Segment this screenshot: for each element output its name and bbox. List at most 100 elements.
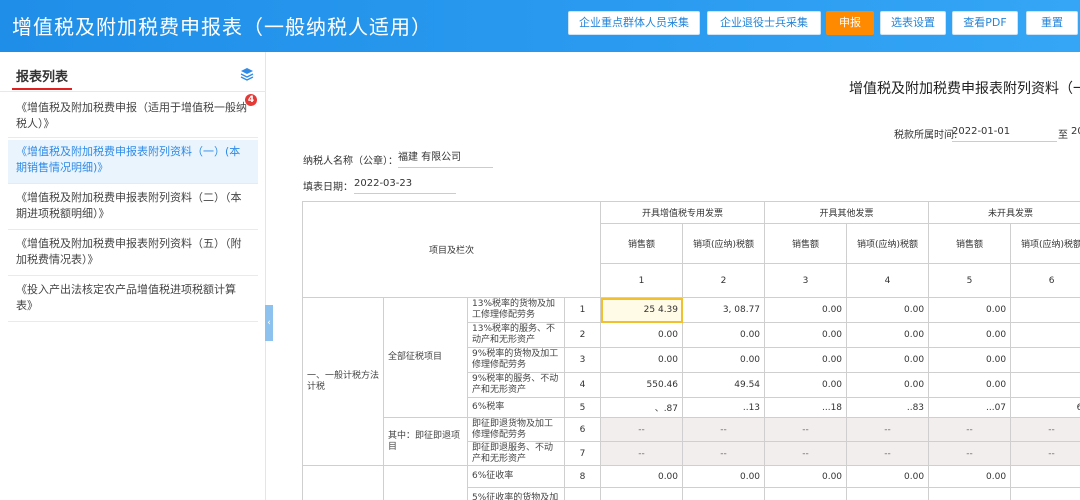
category-all-taxable: 全部征税项目 (383, 297, 468, 418)
subheader-sales: 销售额 (600, 223, 684, 264)
value-cell[interactable]: 0.00 (764, 347, 848, 373)
value-cell[interactable]: 0 (1010, 372, 1080, 398)
select-table-button[interactable]: 选表设置 (880, 11, 946, 35)
value-cell[interactable] (682, 487, 766, 500)
disabled-cell: -- (928, 441, 1012, 466)
reset-button[interactable]: 重置 (1026, 11, 1078, 35)
row-label: 6%税率 (467, 397, 565, 418)
period-start-field[interactable]: 2022-01-01 (952, 122, 1057, 142)
main-form-area: 增值税及附加税费申报表附列资料（一 税款所属时间: 2022-01-01 至 2… (272, 52, 1080, 500)
disabled-cell: -- (1010, 417, 1080, 442)
value-cell[interactable]: 0.00 (928, 322, 1012, 348)
taxpayer-name-field[interactable]: 福建 有限公司 (398, 148, 493, 168)
value-cell[interactable]: ...07 (928, 397, 1012, 418)
sidebar-title-underline (12, 88, 72, 90)
sidebar-item-schedule-2[interactable]: 《增值税及附加税费申报表附列资料（二）（本期进项税额明细）》 (8, 186, 258, 230)
sidebar-item-input-output[interactable]: 《投入产出法核定农产品增值税进项税额计算表》 (8, 278, 258, 322)
value-cell[interactable]: 0.00 (682, 322, 766, 348)
value-cell[interactable]: 0.00 (846, 372, 930, 398)
disabled-cell: -- (600, 441, 684, 466)
period-label: 税款所属时间: (894, 130, 958, 141)
value-cell[interactable]: 67 (1010, 397, 1080, 418)
document-title: 增值税及附加税费申报表附列资料（一 (849, 81, 1080, 97)
page-title: 增值税及附加税费申报表（一般纳税人适用） (12, 15, 432, 39)
group-header-no-invoice: 未开具发票 (928, 201, 1080, 224)
value-cell[interactable]: 0.00 (846, 322, 930, 348)
sidebar-item-main-return[interactable]: 《增值税及附加税费申报（适用于增值税一般纳税人）》 (8, 96, 258, 138)
value-cell[interactable] (846, 487, 930, 500)
column-number: 5 (928, 263, 1012, 298)
line-number (563, 487, 602, 500)
row-label: 5%征收率的货物及加 (467, 487, 565, 500)
value-cell[interactable]: 0.00 (764, 297, 848, 323)
notification-badge: 4 (245, 94, 257, 106)
disabled-cell: -- (682, 417, 766, 442)
group-header-special-invoice: 开具增值税专用发票 (600, 201, 766, 224)
fill-date-field[interactable]: 2022-03-23 (354, 174, 456, 194)
veteran-collect-button[interactable]: 企业退役士兵采集 (707, 11, 821, 35)
category-simplified-sub-blank (383, 465, 468, 500)
declare-button[interactable]: 申报 (826, 11, 874, 35)
value-cell[interactable]: 0 (1010, 347, 1080, 373)
value-cell[interactable]: ..13 (682, 397, 766, 418)
value-cell[interactable]: ..83 (846, 397, 930, 418)
sidebar-item-label: 《增值税及附加税费申报（适用于增值税一般纳税人）》 (16, 101, 247, 130)
category-immediate-refund: 其中：即征即退项目 (383, 417, 468, 466)
value-cell[interactable] (600, 487, 684, 500)
value-cell[interactable]: 0.00 (764, 372, 848, 398)
value-cell[interactable]: 0.00 (928, 372, 1012, 398)
period-end-field[interactable]: 20 (1071, 126, 1080, 137)
value-cell[interactable] (764, 487, 848, 500)
item-column-header: 项目及栏次 (301, 201, 602, 298)
value-cell[interactable]: 0.00 (928, 297, 1012, 323)
value-cell[interactable]: 0 (1010, 465, 1080, 488)
value-cell[interactable]: 0.00 (682, 465, 766, 488)
line-number: 1 (563, 297, 602, 323)
value-cell[interactable]: 0.00 (600, 465, 684, 488)
value-cell[interactable]: 49.54 (682, 372, 766, 398)
value-cell[interactable]: 0.00 (682, 347, 766, 373)
layers-icon[interactable] (240, 67, 254, 81)
report-list-sidebar: 报表列表 《增值税及附加税费申报（适用于增值税一般纳税人）》 《增值税及附加税费… (0, 52, 266, 500)
table-row: 6%征收率 8 0.00 0.00 0.00 0.00 0.00 0 (302, 465, 1080, 500)
table-row: 一、一般计税方法计税 全部征税项目 13%税率的货物及加工修理修配劳务 1 25… (302, 297, 1080, 466)
disabled-cell: -- (846, 417, 930, 442)
disabled-cell: -- (928, 417, 1012, 442)
value-cell[interactable] (1010, 487, 1080, 500)
row-label: 9%税率的服务、不动产和无形资产 (467, 372, 565, 398)
subheader-tax: 销项(应纳)税额 (682, 223, 766, 264)
value-cell[interactable]: 0.00 (600, 322, 684, 348)
line-number: 3 (563, 347, 602, 373)
row-label: 即征即退服务、不动产和无形资产 (467, 441, 565, 466)
value-cell[interactable]: 0.00 (600, 347, 684, 373)
period-to-label: 至 (1058, 130, 1068, 141)
value-cell[interactable]: 0.00 (928, 465, 1012, 488)
value-cell[interactable]: 0 (1010, 322, 1080, 348)
sidebar-item-label: 《增值税及附加税费申报表附列资料（二）（本期进项税额明细）》 (16, 191, 242, 220)
value-cell[interactable]: 3, 08.77 (682, 297, 766, 323)
sidebar-item-schedule-1[interactable]: 《增值税及附加税费申报表附列资料（一）(本期销售情况明细)》 (8, 140, 258, 184)
line-number: 5 (563, 397, 602, 418)
value-cell[interactable]: 0 (1010, 297, 1080, 323)
sidebar-header: 报表列表 (0, 52, 266, 92)
row-label: 13%税率的服务、不动产和无形资产 (467, 322, 565, 348)
value-cell[interactable]: 、.87 (600, 397, 684, 418)
view-pdf-button[interactable]: 查看PDF (952, 11, 1018, 35)
sidebar-item-schedule-5[interactable]: 《增值税及附加税费申报表附列资料（五）（附加税费情况表）》 (8, 232, 258, 276)
column-number: 3 (764, 263, 848, 298)
category-simplified-blank (302, 465, 384, 500)
value-cell[interactable] (928, 487, 1012, 500)
value-cell[interactable]: 0.00 (846, 465, 930, 488)
value-cell[interactable]: 0.00 (928, 347, 1012, 373)
value-cell[interactable]: 550.46 (600, 372, 684, 398)
line-number: 7 (563, 441, 602, 466)
value-cell[interactable]: 0.00 (846, 347, 930, 373)
value-cell[interactable]: 0.00 (846, 297, 930, 323)
value-cell[interactable]: 25 4.39 (600, 297, 684, 323)
row-label: 9%税率的货物及加工修理修配劳务 (467, 347, 565, 373)
disabled-cell: -- (764, 417, 848, 442)
key-group-collect-button[interactable]: 企业重点群体人员采集 (568, 11, 700, 35)
value-cell[interactable]: 0.00 (764, 322, 848, 348)
value-cell[interactable]: ...18 (764, 397, 848, 418)
value-cell[interactable]: 0.00 (764, 465, 848, 488)
